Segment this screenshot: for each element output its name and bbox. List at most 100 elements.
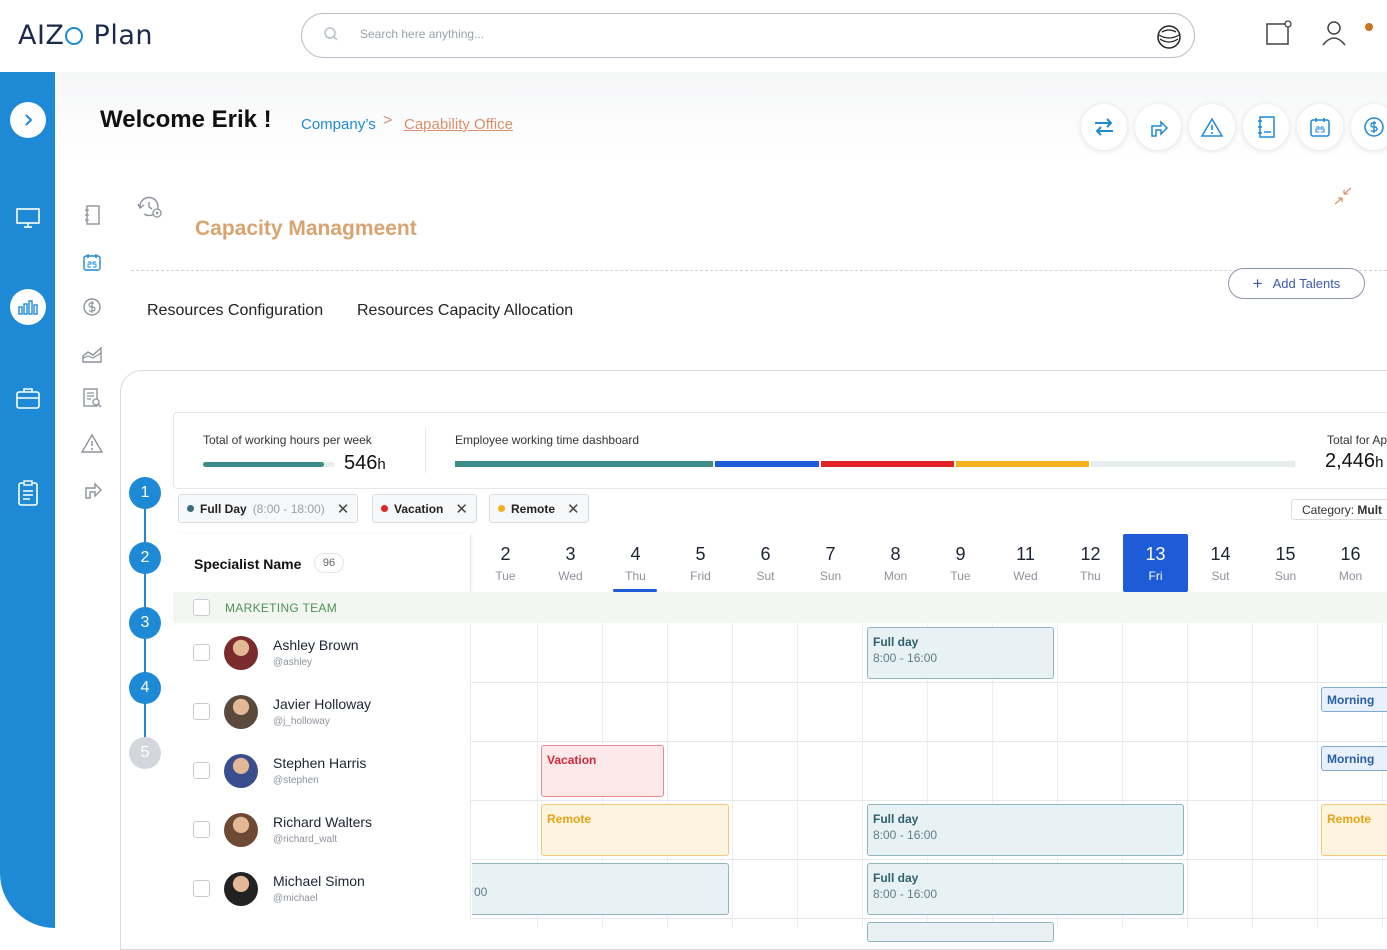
currency-cycle-icon	[1364, 117, 1384, 137]
alerts-button[interactable]	[1189, 104, 1235, 150]
globe-icon[interactable]	[1156, 24, 1182, 50]
calendar-icon	[1310, 118, 1330, 137]
table-row[interactable]: Ashley Brown @ashley	[173, 624, 1387, 683]
category-select[interactable]: Category: Mult	[1291, 499, 1387, 520]
add-talents-button[interactable]: + Add Talents	[1228, 268, 1365, 299]
day-column-header[interactable]: 15 Sun	[1253, 534, 1318, 592]
day-column-header[interactable]: 7 Sun	[798, 534, 863, 592]
warning-icon	[1200, 117, 1224, 137]
main-sidebar	[0, 72, 55, 928]
sidebar-item-projects[interactable]	[10, 380, 46, 416]
breadcrumb-capability-office[interactable]: Capability Office	[404, 116, 513, 133]
day-column-header[interactable]: 14 Sut	[1188, 534, 1253, 592]
monitor-icon	[16, 208, 40, 228]
sidebar-item-monitor[interactable]	[10, 200, 46, 236]
dashboard-segment	[1091, 461, 1296, 467]
avatar	[224, 872, 258, 906]
collapse-icon[interactable]	[1332, 186, 1354, 206]
specialist-cell: Javier Holloway @j_holloway	[173, 683, 471, 742]
close-icon[interactable]: ✕	[567, 500, 580, 518]
subnav-transfer[interactable]	[78, 475, 106, 503]
swap-button[interactable]	[1081, 104, 1127, 150]
filter-dot	[498, 505, 505, 512]
day-column-header[interactable]: 5 Frid	[668, 534, 733, 592]
event-full-day[interactable]: Full day 8:00 - 16:00	[867, 804, 1184, 856]
row-checkbox[interactable]	[193, 821, 210, 838]
day-column-header[interactable]: 13 Fri	[1123, 534, 1188, 592]
filter-chip-full-day[interactable]: Full Day (8:00 - 18:00) ✕	[178, 494, 359, 523]
subnav-calendar[interactable]	[78, 248, 106, 276]
settings-history-icon[interactable]	[136, 195, 164, 221]
day-column-header[interactable]: 11 Wed	[993, 534, 1058, 592]
breadcrumb-company[interactable]: Company’s	[301, 116, 376, 133]
day-column-header[interactable]: 12 Thu	[1058, 534, 1123, 592]
welcome-title: Welcome Erik !	[100, 106, 272, 133]
step-2[interactable]: 2	[129, 542, 161, 574]
table-row[interactable]: Richard Walters @richard_walt	[173, 801, 1387, 860]
sidebar-item-analytics[interactable]	[10, 289, 46, 325]
table-row[interactable]: Michael Simon @michael	[173, 860, 1387, 919]
notebook-button[interactable]	[1243, 104, 1289, 150]
transfer-icon	[85, 482, 102, 499]
table-row[interactable]: Stephen Harris @stephen	[173, 742, 1387, 801]
event-morning[interactable]: Morning	[1321, 746, 1387, 771]
event-vacation[interactable]: Vacation	[541, 745, 664, 797]
subnav-notebook[interactable]	[78, 201, 106, 229]
notes-icon[interactable]	[1265, 20, 1293, 46]
specialist-name: Javier Holloway	[273, 696, 372, 712]
day-column-header[interactable]: 8 Mon	[863, 534, 928, 592]
row-checkbox[interactable]	[193, 880, 210, 897]
stats-bar: Total of working hours per week 546h Emp…	[173, 412, 1387, 489]
transfer-button[interactable]	[1135, 104, 1181, 150]
search-input[interactable]	[360, 27, 1060, 41]
tab-resources-capacity-allocation[interactable]: Resources Capacity Allocation	[357, 302, 573, 320]
name-column-title[interactable]: Specialist Name	[194, 556, 301, 572]
day-column-header[interactable]: 9 Tue	[928, 534, 993, 592]
specialist-name: Richard Walters	[273, 814, 373, 830]
specialist-name: Michael Simon	[273, 873, 365, 889]
filter-chip-vacation[interactable]: Vacation ✕	[372, 494, 477, 523]
step-1[interactable]: 1	[129, 477, 161, 509]
search-bar[interactable]	[301, 13, 1195, 58]
event-full-day[interactable]	[867, 922, 1054, 942]
close-icon[interactable]: ✕	[455, 500, 468, 518]
day-column-header[interactable]: 2 Tue	[473, 534, 538, 592]
step-3[interactable]: 3	[129, 607, 161, 639]
event-remote[interactable]: Remote	[1321, 804, 1387, 856]
subnav-alerts[interactable]	[78, 429, 106, 457]
event-remote[interactable]: Remote	[541, 804, 729, 856]
filter-chip-remote[interactable]: Remote ✕	[489, 494, 589, 523]
weekly-hours-label: Total of working hours per week	[203, 433, 372, 447]
row-checkbox[interactable]	[193, 644, 210, 661]
subnav-report[interactable]	[78, 384, 106, 412]
event-full-day[interactable]: Full day 8:00 - 16:00	[867, 863, 1184, 915]
day-column-header[interactable]: 6 Sut	[733, 534, 798, 592]
calendar-button[interactable]	[1297, 104, 1343, 150]
step-4[interactable]: 4	[129, 672, 161, 704]
dashboard-segment-bar	[455, 461, 1296, 467]
subnav-finance[interactable]	[78, 293, 106, 321]
close-icon[interactable]: ✕	[337, 500, 350, 518]
user-icon[interactable]	[1320, 19, 1348, 47]
row-checkbox[interactable]	[193, 703, 210, 720]
day-column-header[interactable]: 3 Wed	[538, 534, 603, 592]
plus-icon: +	[1252, 273, 1263, 293]
avatar	[224, 754, 258, 788]
step-5[interactable]: 5	[129, 737, 161, 769]
day-column-header[interactable]: 16 Mon	[1318, 534, 1383, 592]
specialist-count-badge: 96	[314, 553, 344, 573]
specialist-cell: Stephen Harris @stephen	[173, 742, 471, 801]
event-morning[interactable]: Morning	[1321, 687, 1387, 712]
event-full-day[interactable]: Full day 8:00 - 16:00	[867, 627, 1054, 679]
app-logo[interactable]: AIZ Plan	[18, 20, 153, 51]
tab-resources-configuration[interactable]: Resources Configuration	[147, 302, 323, 320]
team-checkbox[interactable]	[193, 599, 210, 616]
row-checkbox[interactable]	[193, 762, 210, 779]
event-full-day-partial[interactable]: 00	[472, 863, 729, 915]
sidebar-item-tasks[interactable]	[10, 475, 46, 511]
day-column-header[interactable]: 4 Thu	[603, 534, 668, 592]
table-row[interactable]: Javier Holloway @j_holloway	[173, 683, 1387, 742]
subnav-trends[interactable]	[78, 340, 106, 368]
team-group-row[interactable]: MARKETING TEAM	[173, 592, 1387, 623]
sidebar-expand[interactable]	[10, 102, 46, 138]
